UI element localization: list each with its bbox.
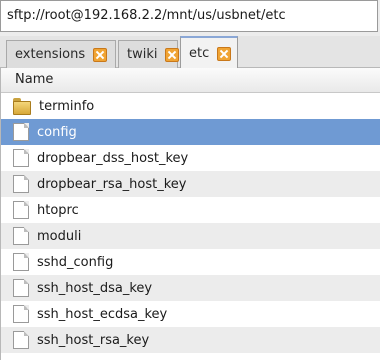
item-label: config bbox=[37, 124, 77, 140]
item-label: ssh_host_ecdsa_key bbox=[37, 306, 168, 322]
file-icon bbox=[13, 123, 29, 141]
list-item-sshd-config[interactable]: sshd_config bbox=[1, 249, 380, 275]
list-item-htoprc[interactable]: htoprc bbox=[1, 197, 380, 223]
item-label: ssh_host_rsa_key bbox=[37, 332, 150, 348]
list-item-terminfo[interactable]: terminfo bbox=[1, 93, 380, 119]
folder-icon bbox=[13, 97, 31, 115]
file-icon bbox=[13, 331, 29, 349]
column-header-name[interactable]: Name bbox=[1, 68, 380, 93]
file-icon bbox=[13, 279, 29, 297]
close-icon[interactable] bbox=[165, 47, 180, 62]
item-label: moduli bbox=[37, 228, 82, 244]
tab-etc[interactable]: etc bbox=[180, 36, 238, 69]
tab-label: extensions bbox=[15, 46, 86, 62]
item-label: htoprc bbox=[37, 202, 79, 218]
list-item-config[interactable]: config bbox=[1, 119, 380, 145]
close-icon[interactable] bbox=[93, 47, 108, 62]
list-item-moduli[interactable]: moduli bbox=[1, 223, 380, 249]
file-icon bbox=[13, 149, 29, 167]
list-item-dropbear-dss-host-key[interactable]: dropbear_dss_host_key bbox=[1, 145, 380, 171]
close-icon[interactable] bbox=[217, 46, 232, 61]
tab-label: twiki bbox=[127, 46, 158, 62]
item-label: dropbear_rsa_host_key bbox=[37, 176, 187, 192]
file-icon bbox=[13, 201, 29, 219]
item-label: dropbear_dss_host_key bbox=[37, 150, 189, 166]
file-icon bbox=[13, 227, 29, 245]
location-input[interactable]: sftp://root@192.168.2.2/mnt/us/usbnet/et… bbox=[0, 0, 378, 32]
file-icon bbox=[13, 305, 29, 323]
item-label: terminfo bbox=[39, 98, 95, 114]
tab-label: etc bbox=[189, 45, 210, 61]
list-item-ssh-host-rsa-key[interactable]: ssh_host_rsa_key bbox=[1, 327, 380, 353]
list-item-ssh-host-ecdsa-key[interactable]: ssh_host_ecdsa_key bbox=[1, 301, 380, 327]
tab-bar: extensions twiki etc bbox=[0, 36, 380, 69]
tab-twiki[interactable]: twiki bbox=[118, 40, 180, 68]
list-item-dropbear-rsa-host-key[interactable]: dropbear_rsa_host_key bbox=[1, 171, 380, 197]
item-label: ssh_host_dsa_key bbox=[37, 280, 153, 296]
list-item-ssh-host-dsa-key[interactable]: ssh_host_dsa_key bbox=[1, 275, 380, 301]
item-label: sshd_config bbox=[37, 254, 114, 270]
file-list: Name terminfo config dropbear_dss_host_k… bbox=[0, 68, 380, 360]
file-icon bbox=[13, 253, 29, 271]
file-icon bbox=[13, 175, 29, 193]
tab-extensions[interactable]: extensions bbox=[6, 40, 116, 68]
file-manager-window: sftp://root@192.168.2.2/mnt/us/usbnet/et… bbox=[0, 0, 380, 360]
